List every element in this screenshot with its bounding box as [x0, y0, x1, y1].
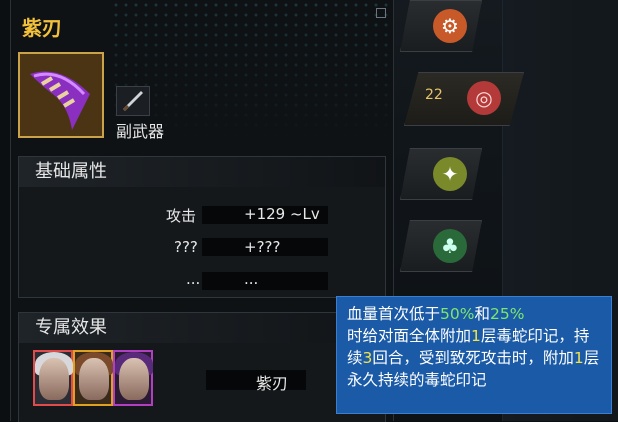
tooltip-text: 血量首次低于: [347, 305, 441, 323]
stat-label-unknown: ???: [174, 238, 198, 256]
stat-value-attack: +129 ~Lv: [244, 205, 320, 223]
tooltip-highlight: 1: [471, 327, 481, 345]
slot-level: 22: [425, 87, 443, 103]
purple-blade-weapon-icon: [20, 54, 102, 136]
tooltip-highlight: 3: [362, 349, 373, 367]
item-icon-frame: [18, 52, 104, 138]
ammo-icon: ✦: [433, 157, 467, 191]
tooltip-highlight: 25%: [489, 305, 525, 323]
stat-label-attack: 攻击: [166, 207, 197, 225]
tooltip-text: 回合，受到致死攻击时，附加: [372, 349, 574, 367]
close-icon[interactable]: [376, 8, 386, 18]
side-slot-2[interactable]: 22 ◎: [404, 72, 524, 126]
knife-icon: [116, 86, 150, 116]
side-slot-4[interactable]: ♣: [400, 220, 482, 272]
item-name: 紫刃: [22, 16, 62, 40]
side-slot-1[interactable]: ⚙: [400, 0, 482, 52]
target-icon: ◎: [467, 81, 501, 115]
tooltip-highlight: 50%: [440, 305, 475, 323]
stat-row-bg: [202, 272, 328, 290]
tooltip-highlight: 1: [573, 349, 584, 367]
tooltip-text: 时给对面全体附加: [347, 327, 472, 345]
side-slot-3[interactable]: ✦: [400, 148, 482, 200]
base-stats-title: 基础属性: [19, 157, 385, 187]
stat-value-more: ...: [244, 270, 259, 288]
hero-portrait-3[interactable]: [113, 350, 153, 406]
stat-label-more: ...: [186, 270, 201, 288]
item-subtype-label: 副武器: [116, 122, 165, 141]
tooltip-text: 和: [474, 305, 490, 323]
hero-portraits: [33, 350, 163, 410]
stat-value-unknown: +???: [244, 238, 281, 256]
effect-description-tooltip: 血量首次低于50%和25% 时给对面全体附加1层毒蛇印记，持续3回合，受到致死攻…: [336, 296, 612, 414]
hero-portrait-2[interactable]: [73, 350, 113, 406]
exclusive-effect-title: 专属效果: [19, 313, 385, 343]
link-icon: ⚙: [433, 9, 467, 43]
exclusive-effect-name: 紫刃: [256, 374, 289, 393]
hero-portrait-1[interactable]: [33, 350, 73, 406]
tree-icon: ♣: [433, 229, 467, 263]
